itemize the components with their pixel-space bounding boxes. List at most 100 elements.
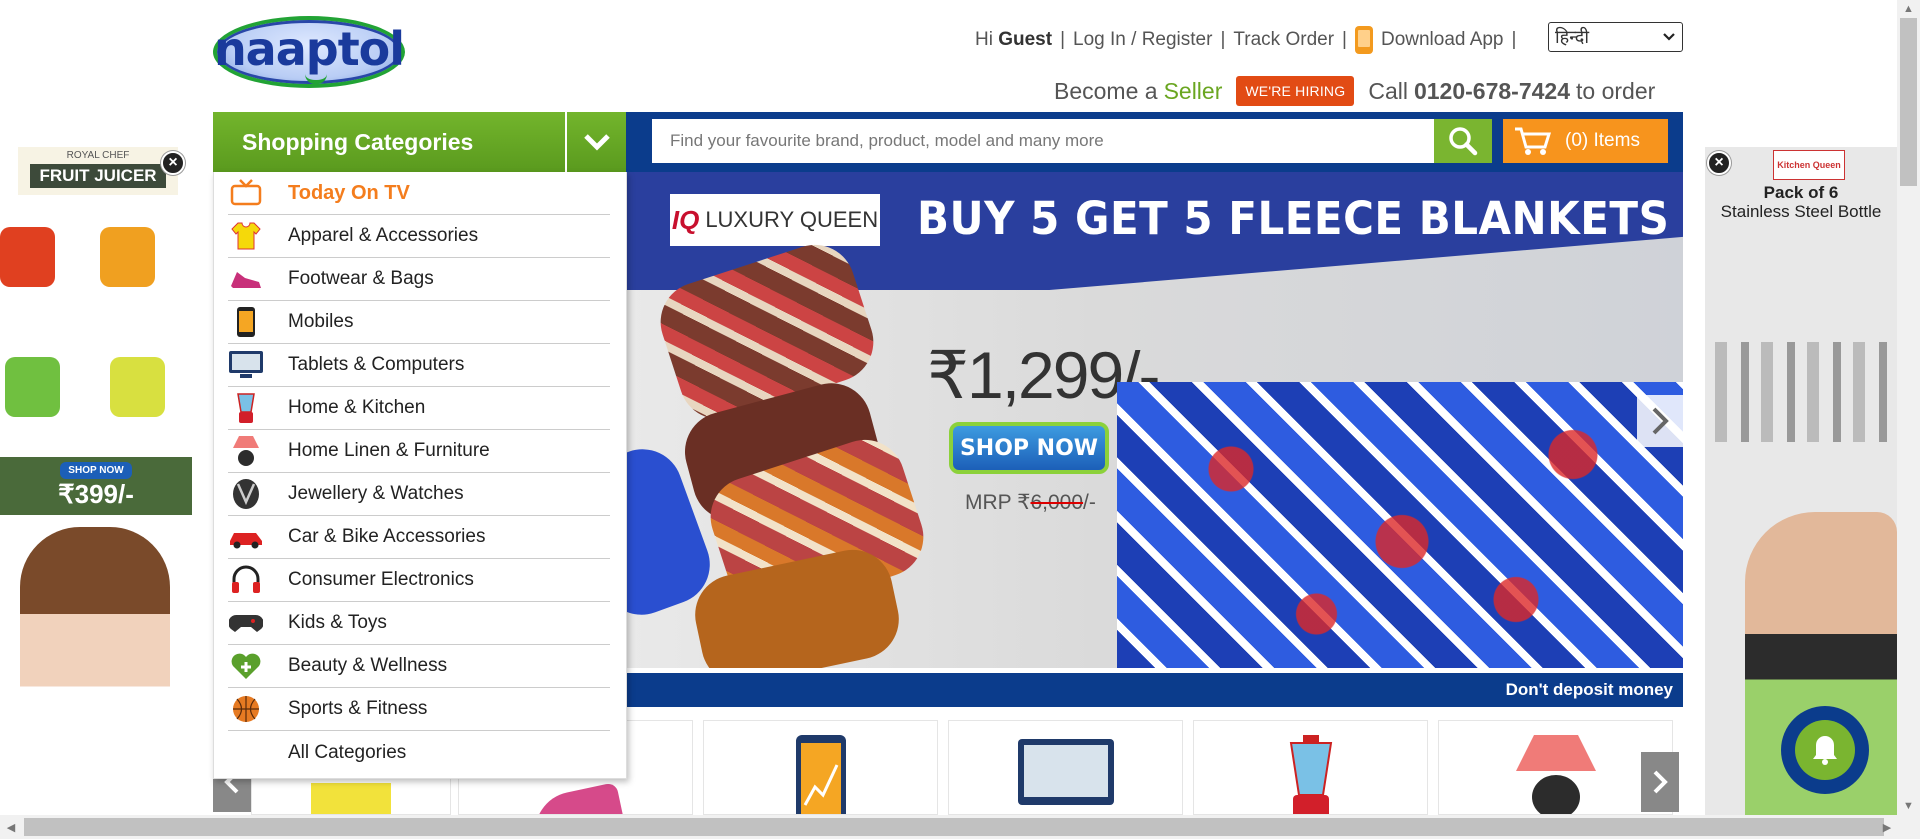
category-label: Tablets & Computers xyxy=(288,354,465,375)
shop-now-button[interactable]: SHOP NOW xyxy=(949,422,1109,474)
ad-right-brand: Kitchen Queen xyxy=(1773,150,1845,180)
category-car-bike[interactable]: Car & Bike Accessories xyxy=(228,516,610,559)
juicer-image xyxy=(5,357,60,417)
model-photo xyxy=(20,527,170,815)
tiles-next-button[interactable] xyxy=(1641,752,1679,812)
logo-text: naaptol xyxy=(213,22,405,76)
chevron-down-icon xyxy=(1663,33,1675,41)
scroll-down-arrow[interactable]: ▼ xyxy=(1897,797,1920,815)
gamepad-icon xyxy=(228,607,264,639)
hiring-badge[interactable]: WE'RE HIRING xyxy=(1236,76,1355,106)
tv-icon xyxy=(228,177,264,209)
scroll-right-arrow[interactable]: ▶ xyxy=(1876,815,1898,839)
category-beauty-wellness[interactable]: Beauty & Wellness xyxy=(228,645,610,688)
category-tile-mobiles[interactable] xyxy=(703,720,938,815)
tshirt-icon xyxy=(228,220,264,252)
category-home-kitchen[interactable]: Home & Kitchen xyxy=(228,387,610,430)
download-app-link[interactable]: Download App xyxy=(1381,29,1504,51)
horizontal-scroll-thumb[interactable] xyxy=(24,818,1884,836)
category-mobiles[interactable]: Mobiles xyxy=(228,301,610,344)
vertical-scroll-thumb[interactable] xyxy=(1900,18,1917,186)
shopping-categories-toggle[interactable]: Shopping Categories xyxy=(213,112,626,172)
category-consumer-electronics[interactable]: Consumer Electronics xyxy=(228,559,610,602)
separator: | xyxy=(1220,29,1226,50)
category-label: Mobiles xyxy=(288,311,354,332)
ad-right-title-line2: Stainless Steel Bottle xyxy=(1720,202,1882,221)
chevron-down-icon xyxy=(565,112,626,172)
category-all[interactable]: All Categories xyxy=(228,731,610,774)
close-icon[interactable]: × xyxy=(161,151,185,175)
naaptol-logo[interactable]: naaptol xyxy=(213,16,405,88)
brand-logo: IQ LUXURY QUEEN xyxy=(670,194,880,246)
shopping-categories-label: Shopping Categories xyxy=(242,128,474,155)
call-prefix: Call xyxy=(1368,77,1408,104)
banner-next-button[interactable] xyxy=(1637,395,1683,447)
greeting-user: Guest xyxy=(998,29,1053,50)
ad-left-price-band: SHOP NOW ₹399/- xyxy=(0,457,192,515)
separator: | xyxy=(1060,29,1066,50)
mrp-suffix: /- xyxy=(1083,491,1096,514)
search-button[interactable] xyxy=(1434,119,1492,163)
mobile-phone-icon xyxy=(1354,26,1373,54)
become-seller-link[interactable]: Seller xyxy=(1164,78,1223,105)
category-home-linen-furniture[interactable]: Home Linen & Furniture xyxy=(228,430,610,473)
blanket-roll-image xyxy=(687,542,907,668)
greeting: Hi Guest xyxy=(975,29,1052,51)
ad-left-shop-now[interactable]: SHOP NOW xyxy=(60,462,132,479)
banner-headline: BUY 5 GET 5 FLEECE BLANKETS xyxy=(917,192,1670,245)
ad-left-brand: ROYAL CHEF xyxy=(66,150,130,161)
search-icon xyxy=(1449,127,1478,156)
logo-smile xyxy=(305,74,327,84)
blender-image xyxy=(1289,735,1332,814)
category-footwear[interactable]: Footwear & Bags xyxy=(228,258,610,301)
category-tablets-computers[interactable]: Tablets & Computers xyxy=(228,344,610,387)
notice-strip: Don't deposit money xyxy=(627,673,1683,707)
category-jewellery-watches[interactable]: Jewellery & Watches xyxy=(228,473,610,516)
category-label: Jewellery & Watches xyxy=(288,483,464,504)
category-tile-computers[interactable] xyxy=(948,720,1183,815)
shoe-image xyxy=(527,782,624,814)
category-label: Home & Kitchen xyxy=(288,397,426,418)
monitor-icon xyxy=(228,349,264,381)
scroll-up-arrow[interactable]: ▲ xyxy=(1897,0,1920,18)
language-select[interactable]: हिन्दी xyxy=(1548,22,1683,52)
category-label: All Categories xyxy=(288,741,407,763)
category-sports-fitness[interactable]: Sports & Fitness xyxy=(228,688,610,731)
ad-left-title: FRUIT JUICER xyxy=(30,164,166,188)
category-today-on-tv[interactable]: Today On TV xyxy=(228,172,610,215)
category-apparel[interactable]: Apparel & Accessories xyxy=(228,215,610,258)
car-icon xyxy=(228,521,264,553)
chevron-right-icon xyxy=(1652,407,1669,435)
category-label: Kids & Toys xyxy=(288,612,387,633)
basketball-icon xyxy=(228,693,264,725)
ad-right-title: Pack of 6 Stainless Steel Bottle xyxy=(1705,183,1897,221)
category-menu: Today On TV Apparel & Accessories Footwe… xyxy=(213,172,627,779)
chevron-right-icon xyxy=(1653,770,1668,794)
cart-button[interactable]: (0) Items xyxy=(1503,119,1668,163)
greeting-prefix: Hi xyxy=(975,29,993,50)
call-suffix: to order xyxy=(1576,77,1656,104)
category-label: Sports & Fitness xyxy=(288,698,428,719)
category-label: Consumer Electronics xyxy=(288,569,474,590)
seller-and-call-row: Become a Seller WE'RE HIRING Call 0120-6… xyxy=(1054,76,1655,106)
ad-right-title-line1: Pack of 6 xyxy=(1763,183,1839,202)
category-kids-toys[interactable]: Kids & Toys xyxy=(228,602,610,645)
ad-left-header: ROYAL CHEF FRUIT JUICER xyxy=(18,147,178,195)
separator: | xyxy=(1342,29,1347,50)
mobile-image xyxy=(795,735,846,814)
promo-banner[interactable]: IQ LUXURY QUEEN BUY 5 GET 5 FLEECE BLANK… xyxy=(627,172,1683,668)
notification-bell-button[interactable] xyxy=(1781,706,1869,794)
juicer-image xyxy=(110,357,165,417)
headphones-icon xyxy=(228,564,264,596)
phone-number: 0120-678-7424 xyxy=(1413,77,1570,104)
login-register-link[interactable]: Log In / Register xyxy=(1073,29,1212,51)
close-icon[interactable]: × xyxy=(1707,151,1731,175)
track-order-link[interactable]: Track Order xyxy=(1233,29,1334,51)
search-input[interactable] xyxy=(652,119,1434,163)
category-tile-kitchen[interactable] xyxy=(1193,720,1428,815)
cart-count: (0) Items xyxy=(1565,130,1640,151)
category-tile-home-linen[interactable] xyxy=(1438,720,1673,815)
scroll-left-arrow[interactable]: ◀ xyxy=(0,815,22,839)
left-side-ad[interactable]: ROYAL CHEF FRUIT JUICER SHOP NOW ₹399/- … xyxy=(0,147,192,815)
category-label: Car & Bike Accessories xyxy=(288,526,486,547)
